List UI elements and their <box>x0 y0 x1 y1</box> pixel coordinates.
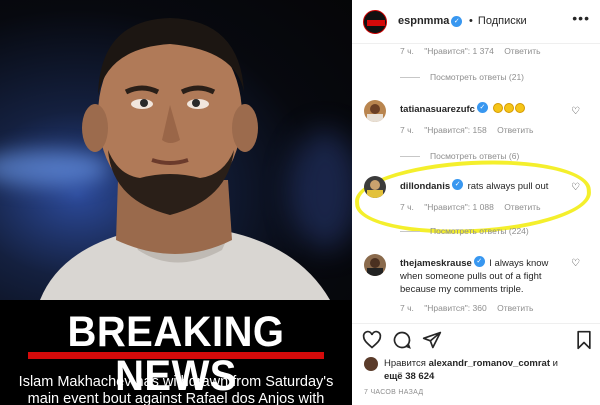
comment-text-line-2: when someone pulls out of a fight <box>400 271 542 282</box>
comment-meta: 7 ч. "Нравится": 1 088 Ответить <box>400 202 549 212</box>
replies-dash <box>400 231 420 233</box>
grimacing-emoji-icon <box>504 102 515 113</box>
reply-button[interactable]: Ответить <box>497 125 533 135</box>
likes-count-button[interactable]: ещё 38 624 <box>384 371 434 382</box>
like-comment-heart-icon[interactable]: ♡ <box>571 182 580 193</box>
comment-meta-partial: 7 ч. "Нравится": 1 374 Ответить <box>400 46 549 56</box>
view-replies-label[interactable]: Посмотреть ответы (6) <box>430 151 519 161</box>
verified-badge-icon: ✓ <box>452 179 464 191</box>
replies-dash <box>400 156 420 158</box>
view-replies-label[interactable]: Посмотреть ответы (224) <box>430 226 529 236</box>
comments-panel: espnmma ✓ • Подписки ••• 7 ч. "Нравится":… <box>352 0 600 405</box>
follow-status[interactable]: • Подписки <box>467 15 527 27</box>
heart-icon[interactable] <box>362 330 382 350</box>
grimacing-emoji-icon <box>493 102 504 113</box>
post-timestamp: 7 ЧАСОВ НАЗАД <box>364 389 424 396</box>
caption-line-1: Islam Makhachev has withdrawn from Satur… <box>18 374 334 390</box>
reply-button[interactable]: Ответить <box>504 46 540 56</box>
liker-username[interactable]: alexandr_romanov_comrat <box>429 358 550 369</box>
fighter-portrait <box>40 18 330 300</box>
comment-likes[interactable]: "Нравится": 158 <box>424 125 486 135</box>
comment-time: 7 ч. <box>400 46 414 56</box>
post-action-bar <box>362 330 598 352</box>
verified-badge-icon: ✓ <box>476 102 488 114</box>
header-username[interactable]: espnmma ✓ <box>398 15 463 27</box>
comment-dillondanis: dillondanis ✓ rats always pull out <box>400 178 548 193</box>
liker-avatar[interactable] <box>364 357 378 371</box>
comment-text: rats always pull out <box>467 181 549 192</box>
share-icon[interactable] <box>422 330 442 350</box>
thejameskrause-avatar[interactable] <box>364 254 386 276</box>
bookmark-icon[interactable] <box>574 330 594 350</box>
reply-button[interactable]: Ответить <box>497 303 533 313</box>
comment-username[interactable]: dillondanis <box>400 181 450 192</box>
comment-time: 7 ч. <box>400 303 414 313</box>
tatianasuarezufc-avatar[interactable] <box>364 100 386 122</box>
espn-logo-icon <box>367 20 385 26</box>
comment-likes[interactable]: "Нравится": 1 088 <box>424 202 494 212</box>
post-header: espnmma ✓ • Подписки ••• <box>352 0 600 44</box>
caption-line-2: main event bout against Rafael dos Anjos… <box>27 391 325 405</box>
view-replies-button[interactable]: Посмотреть ответы (6) <box>400 151 519 161</box>
comment-thejameskrause: thejameskrause ✓ I always know when someo… <box>400 255 572 296</box>
espnmma-avatar[interactable] <box>363 10 387 34</box>
verified-badge-icon: ✓ <box>473 256 485 268</box>
more-horizontal-icon[interactable]: ••• <box>572 10 590 26</box>
post-image[interactable]: BREAKING NEWS Islam Makhachev has withdr… <box>0 0 352 405</box>
likes-and: и <box>552 358 558 369</box>
like-comment-heart-icon[interactable]: ♡ <box>571 258 580 269</box>
view-replies-button[interactable]: Посмотреть ответы (224) <box>400 226 529 236</box>
reply-button[interactable]: Ответить <box>504 202 540 212</box>
comment-text-line-3: because my comments triple. <box>400 284 524 295</box>
likes-prefix: Нравится <box>384 358 426 369</box>
dillondanis-avatar[interactable] <box>364 176 386 198</box>
comment-icon[interactable] <box>392 330 412 350</box>
user-photo-icon <box>367 180 383 198</box>
headline-underline <box>28 352 324 359</box>
replies-dash <box>400 77 420 79</box>
comment-time: 7 ч. <box>400 125 414 135</box>
like-comment-heart-icon[interactable]: ♡ <box>571 106 580 117</box>
comment-meta: 7 ч. "Нравится": 360 Ответить <box>400 303 541 313</box>
comment-username[interactable]: tatianasuarezufc <box>400 104 475 115</box>
comment-likes[interactable]: "Нравится": 360 <box>424 303 486 313</box>
verified-badge-icon: ✓ <box>451 15 463 27</box>
comment-likes[interactable]: "Нравится": 1 374 <box>424 46 494 56</box>
comment-tatianasuarezufc: tatianasuarezufc ✓ <box>400 101 526 116</box>
comment-meta: 7 ч. "Нравится": 158 Ответить <box>400 125 541 135</box>
header-username-text[interactable]: espnmma <box>398 15 449 27</box>
likes-summary: Нравится alexandr_romanov_comrat и ещё 3… <box>384 357 558 383</box>
comment-text-line-1: I always know <box>489 258 549 269</box>
comment-username[interactable]: thejameskrause <box>400 258 472 269</box>
post-image-caption: Islam Makhachev has withdrawn from Satur… <box>0 374 352 405</box>
grimacing-emoji-icon <box>515 102 526 113</box>
user-photo-icon <box>367 104 383 122</box>
actions-divider <box>352 323 600 324</box>
following-button[interactable]: Подписки <box>478 15 527 27</box>
header-separator: • <box>469 15 473 27</box>
view-replies-label[interactable]: Посмотреть ответы (21) <box>430 72 524 82</box>
user-photo-icon <box>367 258 383 276</box>
view-replies-button[interactable]: Посмотреть ответы (21) <box>400 72 524 82</box>
comment-time: 7 ч. <box>400 202 414 212</box>
